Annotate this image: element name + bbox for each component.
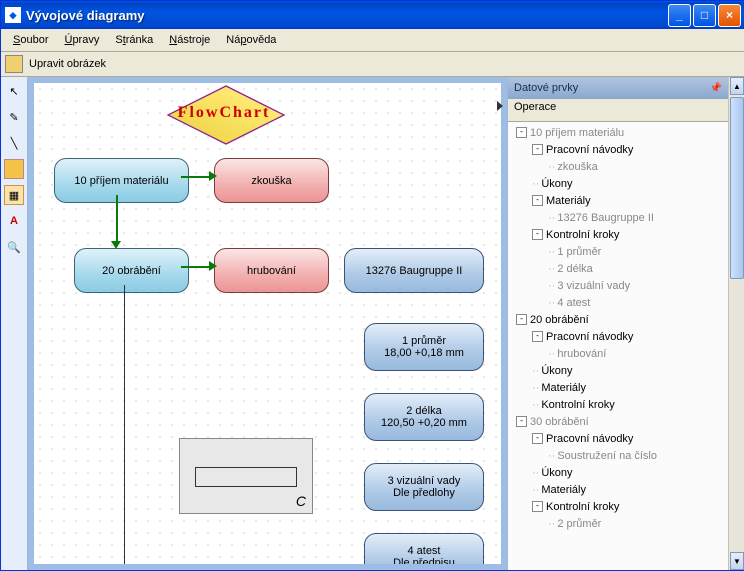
pointer-tool-icon[interactable]: ↖ [4,81,24,101]
panel-header[interactable]: Datové prvky 📌 [508,77,728,99]
menubar: Soubor Úpravy Stránka Nástroje Nápověda [1,29,744,52]
tree-item[interactable]: -30 obrábění [510,413,726,430]
canvas-area: FlowChart 10 příjem materiálu zkouška 20… [28,77,507,570]
node-zkouska[interactable]: zkouška [214,158,329,203]
workspace: ↖ ✎ ╲ ▦ A 🔍 FlowChart 10 příjem materiál… [1,77,744,570]
flowchart-title-shape[interactable]: FlowChart [144,93,304,133]
app-icon: ◆ [5,7,21,23]
canvas[interactable]: FlowChart 10 příjem materiálu zkouška 20… [34,83,501,564]
window-title: Vývojové diagramy [26,8,668,23]
tree-item[interactable]: ·· Materiály [510,481,726,498]
arrow-2 [181,266,211,268]
menu-page[interactable]: Stránka [107,32,161,48]
text-tool-icon[interactable]: A [4,211,24,231]
tree-item[interactable]: ·· hrubování [510,345,726,362]
tree-item[interactable]: ·· 2 průměr [510,515,726,532]
node-1-prumer[interactable]: 1 průměr18,00 +0,18 mm [364,323,484,371]
tree-item[interactable]: ·· Úkony [510,362,726,379]
tree-item[interactable]: ·· Soustružení na číslo [510,447,726,464]
tree-toggle-icon[interactable]: - [516,314,527,325]
close-button[interactable]: × [718,4,741,27]
tree-item[interactable]: ·· 1 průměr [510,243,726,260]
minimize-button[interactable]: _ [668,4,691,27]
app-window: ◆ Vývojové diagramy _ □ × Soubor Úpravy … [0,0,744,571]
node-baugruppe[interactable]: 13276 Baugruppe II [344,248,484,293]
panel-subheader[interactable]: Operace [508,99,728,122]
scroll-thumb[interactable] [730,97,744,279]
tree-toggle-icon[interactable]: - [532,195,543,206]
tree-item[interactable]: ·· 2 délka [510,260,726,277]
tree-toggle-icon[interactable]: - [532,229,543,240]
pin-icon[interactable]: 📌 [710,83,722,94]
tree-toggle-icon[interactable]: - [516,127,527,138]
tree-item[interactable]: -Kontrolní kroky [510,226,726,243]
menu-file[interactable]: Soubor [5,32,56,48]
tree-item[interactable]: ·· Materiály [510,379,726,396]
line-tool-icon[interactable]: ╲ [4,133,24,153]
tree-item[interactable]: -Materiály [510,192,726,209]
tree-item[interactable]: -20 obrábění [510,311,726,328]
tree-toggle-icon[interactable]: - [516,416,527,427]
arrow-1 [181,176,211,178]
edit-image-icon[interactable] [5,55,23,73]
tree-item[interactable]: ·· Úkony [510,175,726,192]
tree-toggle-icon[interactable]: - [532,501,543,512]
selector-arrow-icon [497,101,503,111]
technical-drawing[interactable] [179,438,313,514]
node-hrubovani[interactable]: hrubování [214,248,329,293]
edit-image-label: Upravit obrázek [29,58,106,70]
image-tool-icon[interactable]: ▦ [4,185,24,205]
arrow-1-head [209,171,217,181]
data-panel: Datové prvky 📌 Operace -10 příjem materi… [507,77,728,570]
toolbar: Upravit obrázek [1,52,744,77]
tree-item[interactable]: -Pracovní návodky [510,141,726,158]
scroll-down-button[interactable]: ▼ [730,552,744,570]
tree-item[interactable]: ·· 3 vizuální vady [510,277,726,294]
tree-item[interactable]: ·· Úkony [510,464,726,481]
tree-item[interactable]: ·· 4 atest [510,294,726,311]
maximize-button[interactable]: □ [693,4,716,27]
tree-toggle-icon[interactable]: - [532,433,543,444]
left-toolbar: ↖ ✎ ╲ ▦ A 🔍 [1,77,28,570]
titlebar[interactable]: ◆ Vývojové diagramy _ □ × [1,1,744,29]
arrow-v1 [116,195,118,246]
tree-toggle-icon[interactable]: - [532,144,543,155]
menu-edit[interactable]: Úpravy [56,32,107,48]
zoom-tool-icon[interactable]: 🔍 [4,237,24,257]
tree-item[interactable]: ·· 13276 Baugruppe II [510,209,726,226]
tree-item[interactable]: -10 příjem materiálu [510,124,726,141]
node-3-vizualni[interactable]: 3 vizuální vadyDle předlohy [364,463,484,511]
node-10-prijem[interactable]: 10 příjem materiálu [54,158,189,203]
node-4-atest[interactable]: 4 atestDle předpisu [364,533,484,564]
arrow-2-head [209,261,217,271]
arrow-v1-head [111,241,121,249]
tree-item[interactable]: -Pracovní návodky [510,328,726,345]
arrow-v2 [124,285,125,564]
vertical-scrollbar[interactable]: ▲ ▼ [728,77,744,570]
shape-tool-icon[interactable] [4,159,24,179]
tree-toggle-icon[interactable]: - [532,331,543,342]
tree-item[interactable]: ·· zkouška [510,158,726,175]
tree-item[interactable]: ·· Kontrolní kroky [510,396,726,413]
tree-view[interactable]: -10 příjem materiálu-Pracovní návodky·· … [508,122,728,570]
menu-tools[interactable]: Nástroje [161,32,218,48]
tree-item[interactable]: -Pracovní návodky [510,430,726,447]
node-2-delka[interactable]: 2 délka120,50 +0,20 mm [364,393,484,441]
menu-help[interactable]: Nápověda [218,32,284,48]
scroll-up-button[interactable]: ▲ [730,77,744,95]
edit-tool-icon[interactable]: ✎ [4,107,24,127]
tree-item[interactable]: -Kontrolní kroky [510,498,726,515]
node-20-obrabeni[interactable]: 20 obrábění [74,248,189,293]
